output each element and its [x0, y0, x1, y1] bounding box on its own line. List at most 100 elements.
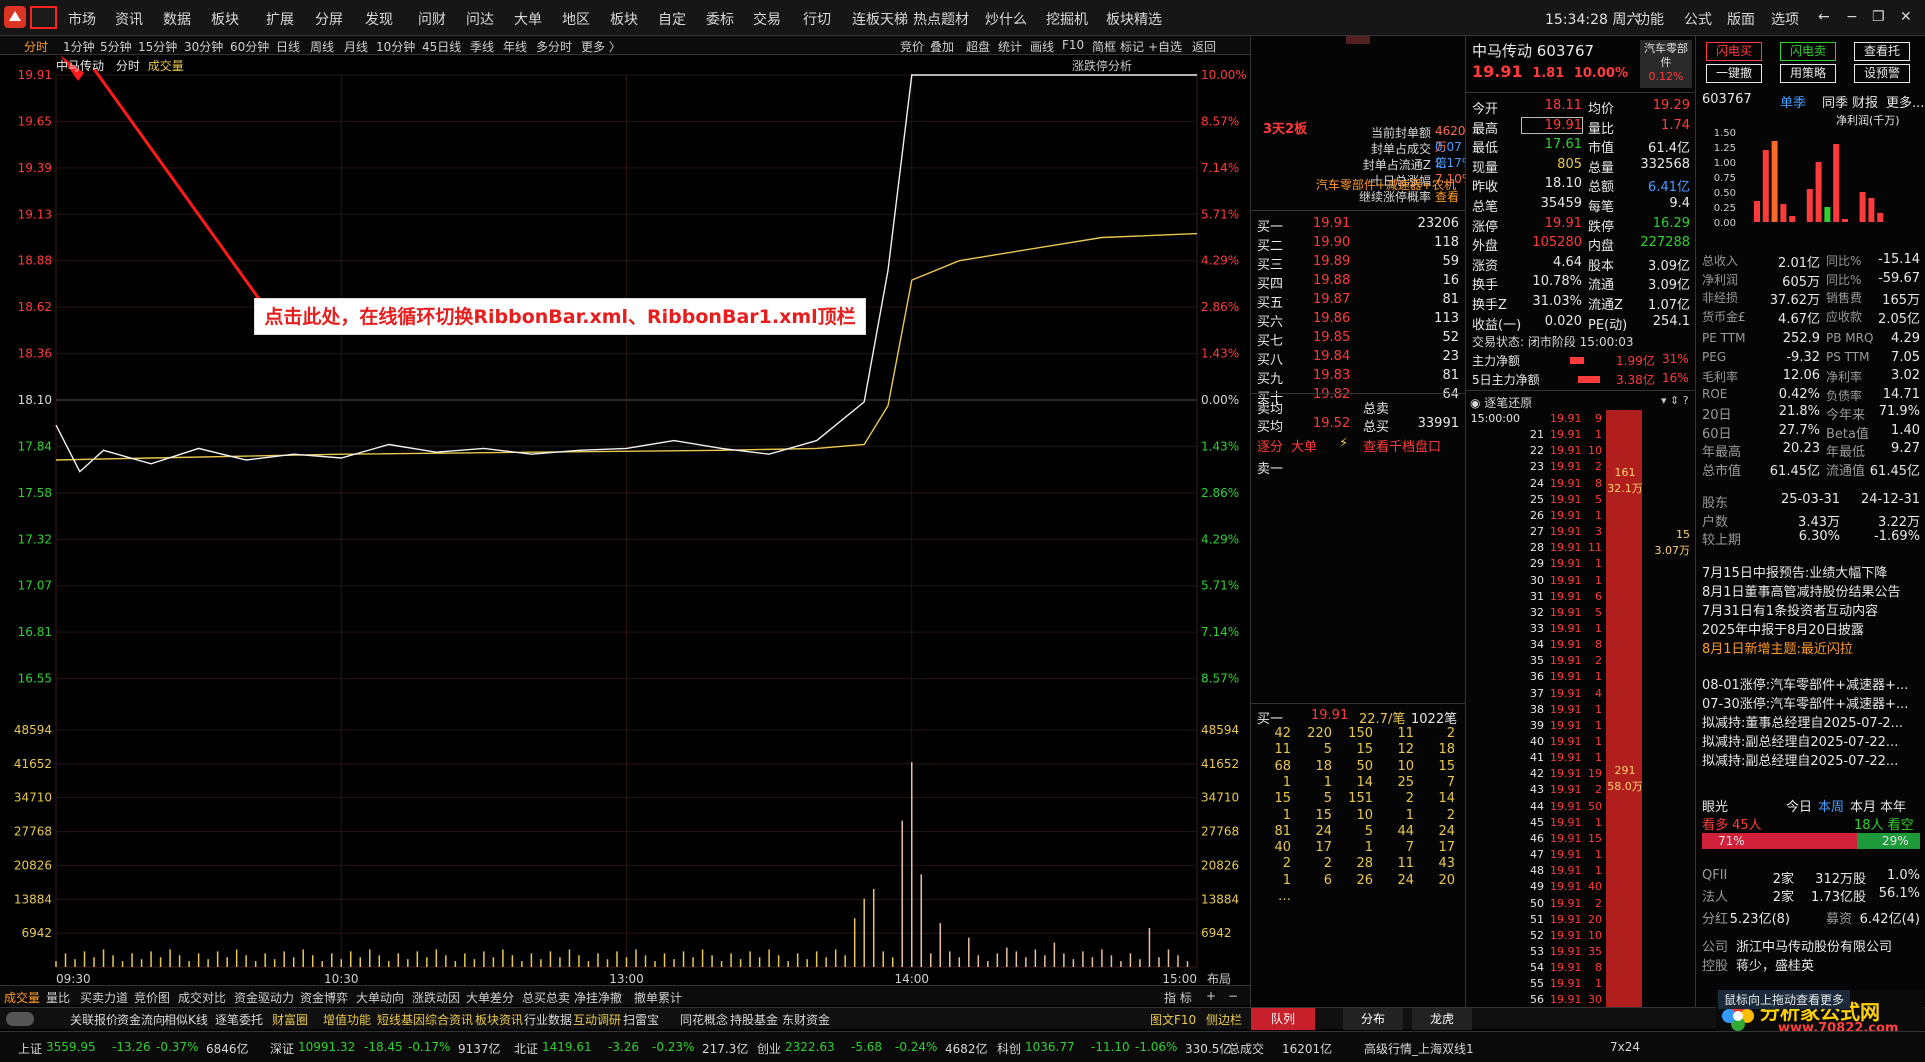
- menu-right-item[interactable]: 选项: [1771, 9, 1799, 29]
- indicator-tab[interactable]: 成交对比: [178, 989, 226, 1006]
- period-item[interactable]: 5分钟: [100, 38, 132, 55]
- close-icon[interactable]: ✕: [1900, 9, 1912, 25]
- period-right-item[interactable]: 返回: [1192, 38, 1216, 55]
- menu-item[interactable]: 自定: [658, 9, 686, 29]
- ticks-collapse-icon[interactable]: ◉: [1470, 396, 1484, 410]
- menu-item[interactable]: 行切: [803, 9, 831, 29]
- toolbar-item[interactable]: 资金流向: [117, 1011, 165, 1028]
- toolbar-item[interactable]: 逐笔委托: [215, 1011, 263, 1028]
- period-item[interactable]: 15分钟: [138, 38, 177, 55]
- news-item[interactable]: 07-30涨停:汽车零部件+减速器+...: [1702, 693, 1908, 712]
- toolbar-item[interactable]: 行业数据: [524, 1011, 572, 1028]
- period-item[interactable]: 年线: [503, 38, 527, 55]
- toolbar-right-item[interactable]: 图文F10: [1150, 1011, 1196, 1028]
- period-right-item[interactable]: 标记: [1120, 38, 1144, 55]
- trade-button[interactable]: 闪电卖: [1780, 42, 1836, 61]
- menu-item[interactable]: 连板天梯: [852, 9, 908, 29]
- toolbar-item[interactable]: 相似K线: [164, 1011, 208, 1028]
- period-item[interactable]: 季线: [470, 38, 494, 55]
- menu-right-item[interactable]: 版面: [1727, 9, 1755, 29]
- buy-level-price[interactable]: 19.89: [1313, 254, 1350, 269]
- indicator-tab-tool[interactable]: +: [1206, 989, 1216, 1003]
- period-item[interactable]: 月线: [344, 38, 368, 55]
- menu-item[interactable]: 板块精选: [1106, 9, 1162, 29]
- menu-item[interactable]: 地区: [562, 9, 590, 29]
- trade-button[interactable]: 一键撤: [1706, 64, 1762, 83]
- fin-tab[interactable]: 同季: [1822, 92, 1848, 111]
- toolbar-item[interactable]: 同花概念: [680, 1011, 728, 1028]
- menu-item[interactable]: 委标: [706, 9, 734, 29]
- indicator-tab[interactable]: 涨跌动因: [412, 989, 460, 1006]
- period-item[interactable]: 多分时: [536, 38, 572, 55]
- period-right-item[interactable]: 超盘: [966, 38, 990, 55]
- indicator-tab[interactable]: 买卖力道: [80, 989, 128, 1006]
- period-right-item[interactable]: 统计: [998, 38, 1022, 55]
- indicator-tab[interactable]: 竞价图: [134, 989, 170, 1006]
- toolbar-item[interactable]: 板块资讯: [475, 1011, 523, 1028]
- period-item[interactable]: 60分钟: [230, 38, 269, 55]
- indicator-tab[interactable]: 量比: [46, 989, 70, 1006]
- news-item[interactable]: 7月15日中报预告:业绩大幅下降: [1702, 562, 1887, 581]
- news-item[interactable]: 7月31日有1条投资者互动内容: [1702, 600, 1878, 619]
- menu-item[interactable]: 交易: [753, 9, 781, 29]
- toolbar-item[interactable]: 增值功能: [323, 1011, 371, 1028]
- menu-item[interactable]: 炒什么: [985, 9, 1027, 29]
- menu-item[interactable]: 问财: [418, 9, 446, 29]
- menu-item[interactable]: 市场: [68, 9, 96, 29]
- menu-item[interactable]: 板块: [211, 9, 239, 29]
- period-item[interactable]: 日线: [276, 38, 300, 55]
- period-right-item[interactable]: 画线: [1030, 38, 1054, 55]
- minimize-icon[interactable]: −: [1846, 9, 1858, 25]
- tick-tab[interactable]: 龙虎: [1412, 1008, 1472, 1030]
- app-logo-icon[interactable]: [4, 6, 26, 28]
- buy-level-price[interactable]: 19.91: [1313, 216, 1350, 231]
- indicator-tab[interactable]: 大单动向: [356, 989, 404, 1006]
- fin-tab[interactable]: 更多...: [1886, 92, 1924, 111]
- news-item[interactable]: 2025年中报于8月20日披露: [1702, 619, 1864, 638]
- indicator-tab-tool[interactable]: 指 标: [1164, 989, 1192, 1006]
- fin-tab[interactable]: 财报: [1852, 92, 1878, 111]
- toolbar-item[interactable]: 关联报价: [70, 1011, 118, 1028]
- menu-item[interactable]: 问达: [466, 9, 494, 29]
- toolbar-item[interactable]: 互动调研: [573, 1011, 621, 1028]
- buy-level-price[interactable]: 19.85: [1313, 330, 1350, 345]
- period-right-item[interactable]: F10: [1062, 38, 1084, 52]
- buy-level-price[interactable]: 19.88: [1313, 273, 1350, 288]
- menu-item[interactable]: 发现: [365, 9, 393, 29]
- indicator-tab[interactable]: 成交量: [4, 989, 40, 1006]
- news-item[interactable]: 拟减持:副总经理自2025-07-22...: [1702, 731, 1898, 750]
- period-item[interactable]: 30分钟: [184, 38, 223, 55]
- menu-item[interactable]: 分屏: [315, 9, 343, 29]
- book-tab[interactable]: 查看千档盘口: [1363, 436, 1441, 455]
- toggle-switch[interactable]: [6, 1012, 34, 1026]
- indicator-tab-tool[interactable]: −: [1228, 989, 1238, 1003]
- trade-button[interactable]: 设预警: [1854, 64, 1910, 83]
- book-tab[interactable]: 大单: [1291, 436, 1317, 455]
- menu-item[interactable]: 资讯: [115, 9, 143, 29]
- ticks-filter-icons[interactable]: ▾ ⇕ ?: [1661, 394, 1689, 407]
- tick-tab[interactable]: 队列: [1251, 1008, 1315, 1030]
- period-item[interactable]: 周线: [310, 38, 334, 55]
- tick-tab[interactable]: 分布: [1343, 1008, 1403, 1030]
- trade-button[interactable]: 查看托: [1854, 42, 1910, 61]
- news-item[interactable]: 8月1日董事高管减持股份结果公告: [1702, 581, 1901, 600]
- indicator-tab[interactable]: 资金驱动力: [234, 989, 294, 1006]
- trade-button[interactable]: 用策略: [1780, 64, 1836, 83]
- menu-item[interactable]: 挖掘机: [1046, 9, 1088, 29]
- restore-icon[interactable]: ❐: [1872, 9, 1885, 25]
- period-item[interactable]: 10分钟: [376, 38, 415, 55]
- indicator-tab[interactable]: 撤单累计: [634, 989, 682, 1006]
- menu-item[interactable]: 大单: [514, 9, 542, 29]
- period-right-item[interactable]: 简框: [1092, 38, 1116, 55]
- menu-item[interactable]: 板块: [610, 9, 638, 29]
- indicator-tab[interactable]: 资金博弈: [300, 989, 348, 1006]
- buy-level-price[interactable]: 19.84: [1313, 349, 1350, 364]
- period-right-item[interactable]: +自选: [1148, 38, 1182, 55]
- buy-level-price[interactable]: 19.90: [1313, 235, 1350, 250]
- news-item[interactable]: 拟减持:副总经理自2025-07-22...: [1702, 750, 1898, 769]
- buy-level-price[interactable]: 19.87: [1313, 292, 1350, 307]
- indicator-tab[interactable]: 净挂净撤: [574, 989, 622, 1006]
- toolbar-item[interactable]: 持股基金: [730, 1011, 778, 1028]
- news-item[interactable]: 08-01涨停:汽车零部件+减速器+...: [1702, 674, 1908, 693]
- menu-item[interactable]: 热点题材: [913, 9, 969, 29]
